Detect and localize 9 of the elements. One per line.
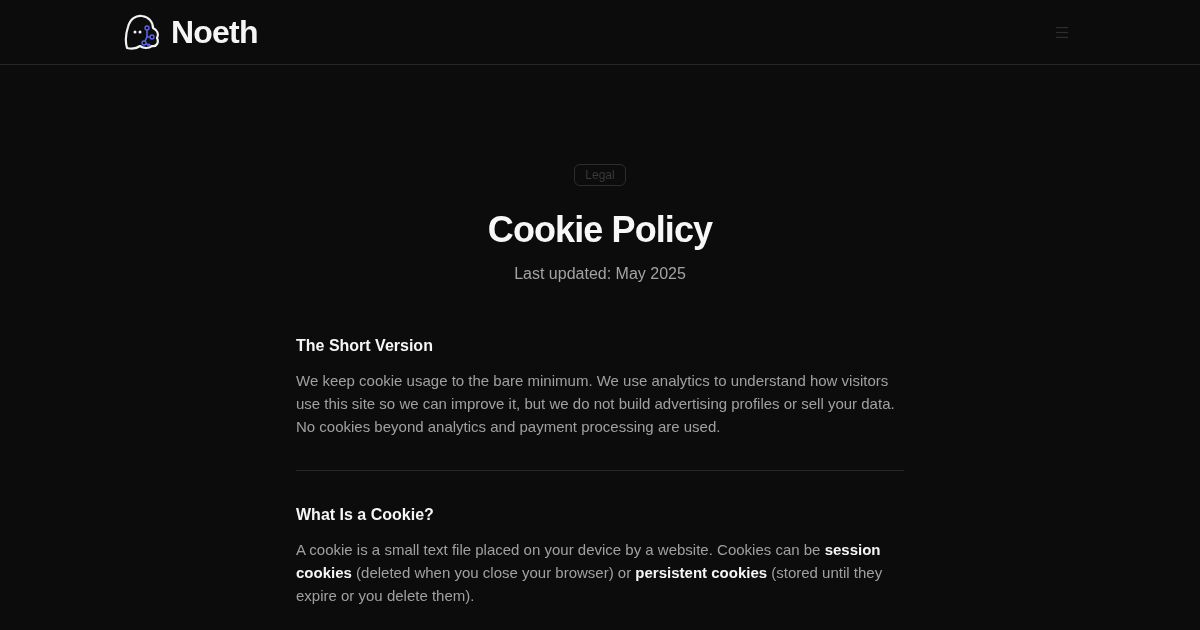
menu-icon <box>1056 26 1068 38</box>
section-paragraph: A cookie is a small text file placed on your device by a website. Cookies can be session cookies (deleted when you close your browser) or persistent cookies (stored until they expire or you delete them). <box>296 540 884 606</box>
ghost-logo-icon <box>122 13 161 51</box>
section-heading: The Short Version <box>296 336 434 356</box>
page-title: Cookie Policy <box>487 210 713 250</box>
section-heading: What Is a Cookie? <box>296 505 435 525</box>
logo-text[interactable]: Noeth <box>171 16 258 48</box>
section-paragraph: We keep cookie usage to the bare minimum. We use analytics to understand how visitors use this site so we can improve it, but we do not build advertising profiles or sell your data. No cookies beyond analytics and payment processing are used. <box>296 371 896 437</box>
last-updated-text: Last updated: May 2025 <box>514 264 686 284</box>
